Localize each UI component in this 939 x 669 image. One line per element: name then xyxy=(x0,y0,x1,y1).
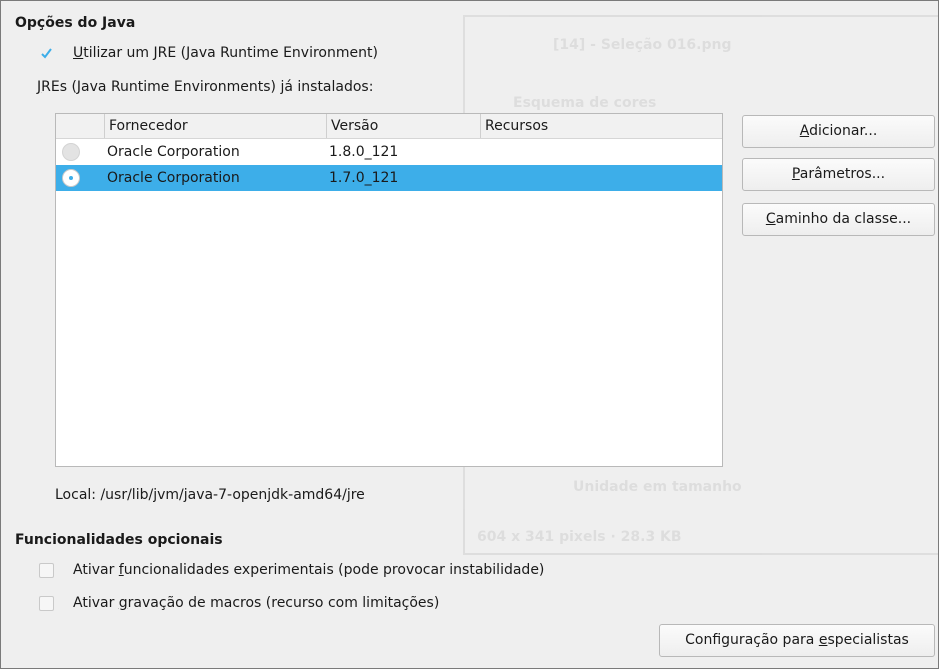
expert-configuration-button[interactable]: Configuração para especialistas xyxy=(659,624,935,657)
column-header-version[interactable]: Versão xyxy=(326,114,480,138)
use-jre-checkbox[interactable] xyxy=(39,46,54,61)
checkmark-icon xyxy=(41,48,52,59)
macro-recording-checkbox[interactable] xyxy=(39,596,54,611)
jre-row-2-vendor: Oracle Corporation xyxy=(107,170,240,186)
macro-recording-label-text: Ativar gravação de macros (recurso com l… xyxy=(73,595,440,611)
jre-row-1-vendor: Oracle Corporation xyxy=(107,144,240,160)
jre-table[interactable]: Fornecedor Versão Recursos Oracle Corpor… xyxy=(55,113,723,467)
classpath-button[interactable]: Caminho da classe... xyxy=(742,203,935,236)
add-button[interactable]: Adicionar... xyxy=(742,115,935,148)
use-jre-label[interactable]: Utilizar um JRE (Java Runtime Environmen… xyxy=(73,45,378,61)
java-options-title: Opções do Java xyxy=(15,15,136,31)
options-panel: [14] - Seleção 016.png Esquema de cores … xyxy=(0,0,939,669)
add-button-label: dicionar... xyxy=(809,123,878,139)
jre-table-header: Fornecedor Versão Recursos xyxy=(56,114,722,139)
jre-row-1-version: 1.8.0_121 xyxy=(329,144,399,160)
jre-row-2-radio[interactable] xyxy=(62,169,80,187)
column-header-vendor[interactable]: Fornecedor xyxy=(104,114,326,138)
parameters-button[interactable]: Parâmetros... xyxy=(742,158,935,191)
expert-configuration-button-label: Configuração para especialistas xyxy=(685,632,909,648)
jre-row-1-radio[interactable] xyxy=(62,143,80,161)
use-jre-label-rest: tilizar um JRE (Java Runtime Environment… xyxy=(83,45,378,61)
macro-recording-label[interactable]: Ativar gravação de macros (recurso com l… xyxy=(73,595,439,611)
installed-jres-label: JREs (Java Runtime Environments) já inst… xyxy=(37,79,374,95)
installed-jres-label-rest: REs (Java Runtime Environments) já insta… xyxy=(41,79,374,95)
classpath-button-label: aminho da classe... xyxy=(775,211,912,227)
jre-row-1[interactable]: Oracle Corporation 1.8.0_121 xyxy=(56,139,722,165)
jre-row-2[interactable]: Oracle Corporation 1.7.0_121 xyxy=(56,165,722,191)
column-header-features[interactable]: Recursos xyxy=(480,114,722,138)
experimental-label[interactable]: Ativar funcionalidades experimentais (po… xyxy=(73,562,544,578)
experimental-checkbox[interactable] xyxy=(39,563,54,578)
experimental-label-text: Ativar funcionalidades experimentais (po… xyxy=(73,562,545,578)
jre-location-text: Local: /usr/lib/jvm/java-7-openjdk-amd64… xyxy=(55,487,365,503)
optional-features-title: Funcionalidades opcionais xyxy=(15,532,223,548)
jre-row-2-version: 1.7.0_121 xyxy=(329,170,399,186)
column-header-select xyxy=(56,114,104,138)
parameters-button-label: Parâmetros... xyxy=(791,166,886,182)
